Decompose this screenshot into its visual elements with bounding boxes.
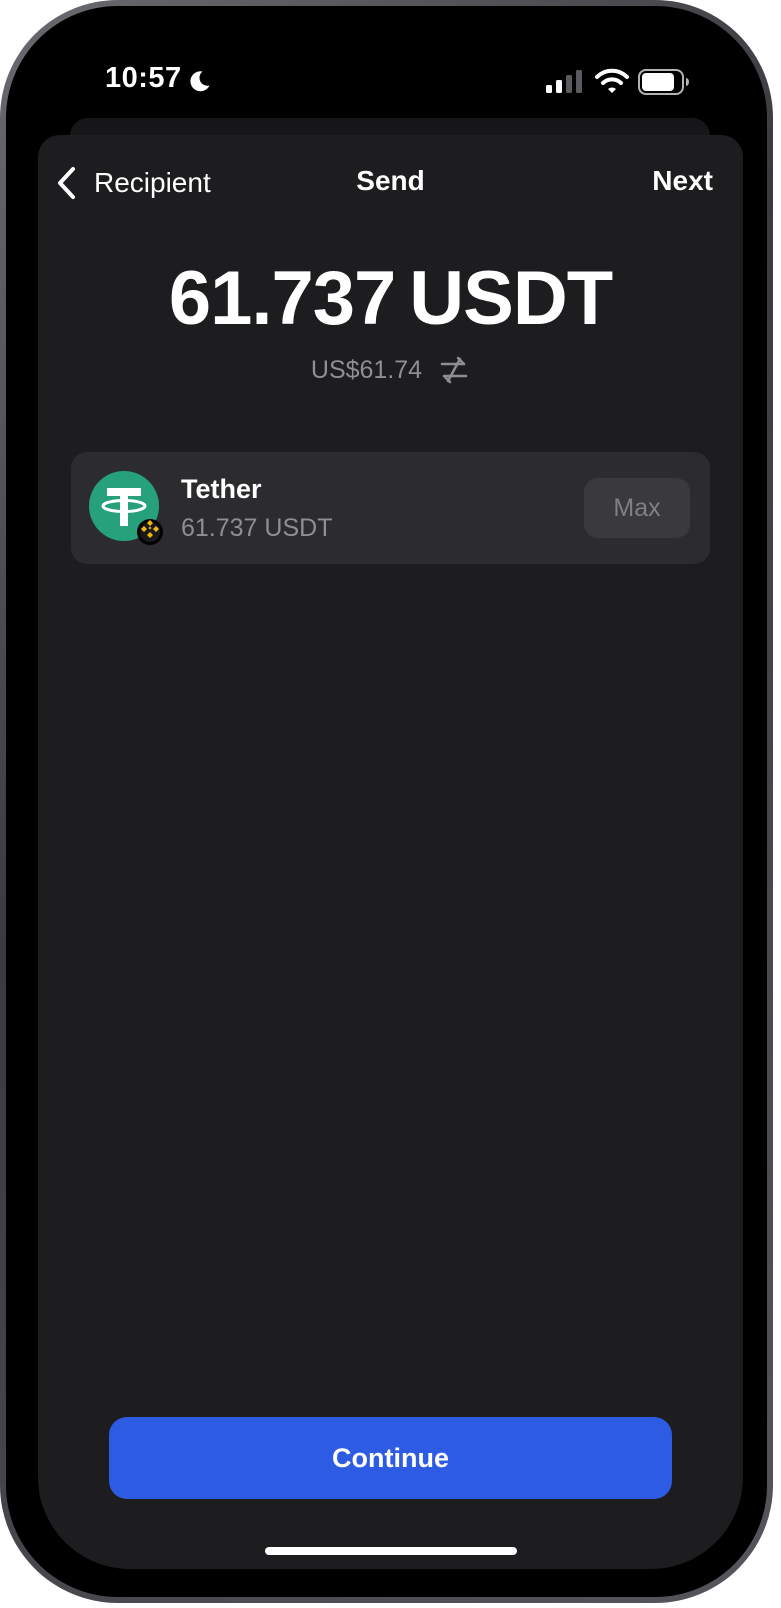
bnb-chain-badge-icon <box>137 519 163 545</box>
next-button[interactable]: Next <box>652 165 713 197</box>
max-button[interactable]: Max <box>584 478 690 538</box>
back-button[interactable]: Recipient <box>56 163 211 203</box>
asset-selector[interactable]: Tether 61.737 USDT Max <box>71 452 710 564</box>
wifi-icon <box>595 68 629 93</box>
phone-frame: 10:57 Recipient Send Next 61.737 USDT US… <box>0 0 773 1603</box>
fiat-equivalent: US$61.74 <box>38 355 743 385</box>
chevron-left-icon <box>58 167 75 199</box>
battery-icon <box>638 69 689 95</box>
amount-unit: USDT <box>409 256 613 341</box>
home-indicator[interactable] <box>265 1547 517 1555</box>
tether-logo-icon <box>89 471 163 545</box>
signal-icon <box>546 70 582 93</box>
amount-value: 61.737 <box>168 256 396 341</box>
asset-name: Tether <box>181 474 262 504</box>
status-time: 10:57 <box>105 62 182 94</box>
asset-balance: 61.737 USDT <box>181 514 333 542</box>
swap-currency-icon[interactable] <box>438 355 470 385</box>
back-button-label: Recipient <box>94 167 211 198</box>
moon-icon <box>190 71 210 92</box>
continue-button[interactable]: Continue <box>109 1417 672 1499</box>
send-sheet: Recipient Send Next 61.737USDT US$61.74 <box>38 135 743 1569</box>
fiat-value: US$61.74 <box>310 355 423 384</box>
status-bar: 10:57 <box>0 0 773 120</box>
amount-display[interactable]: 61.737 USDT <box>38 255 743 342</box>
page-title: Send <box>356 165 425 196</box>
